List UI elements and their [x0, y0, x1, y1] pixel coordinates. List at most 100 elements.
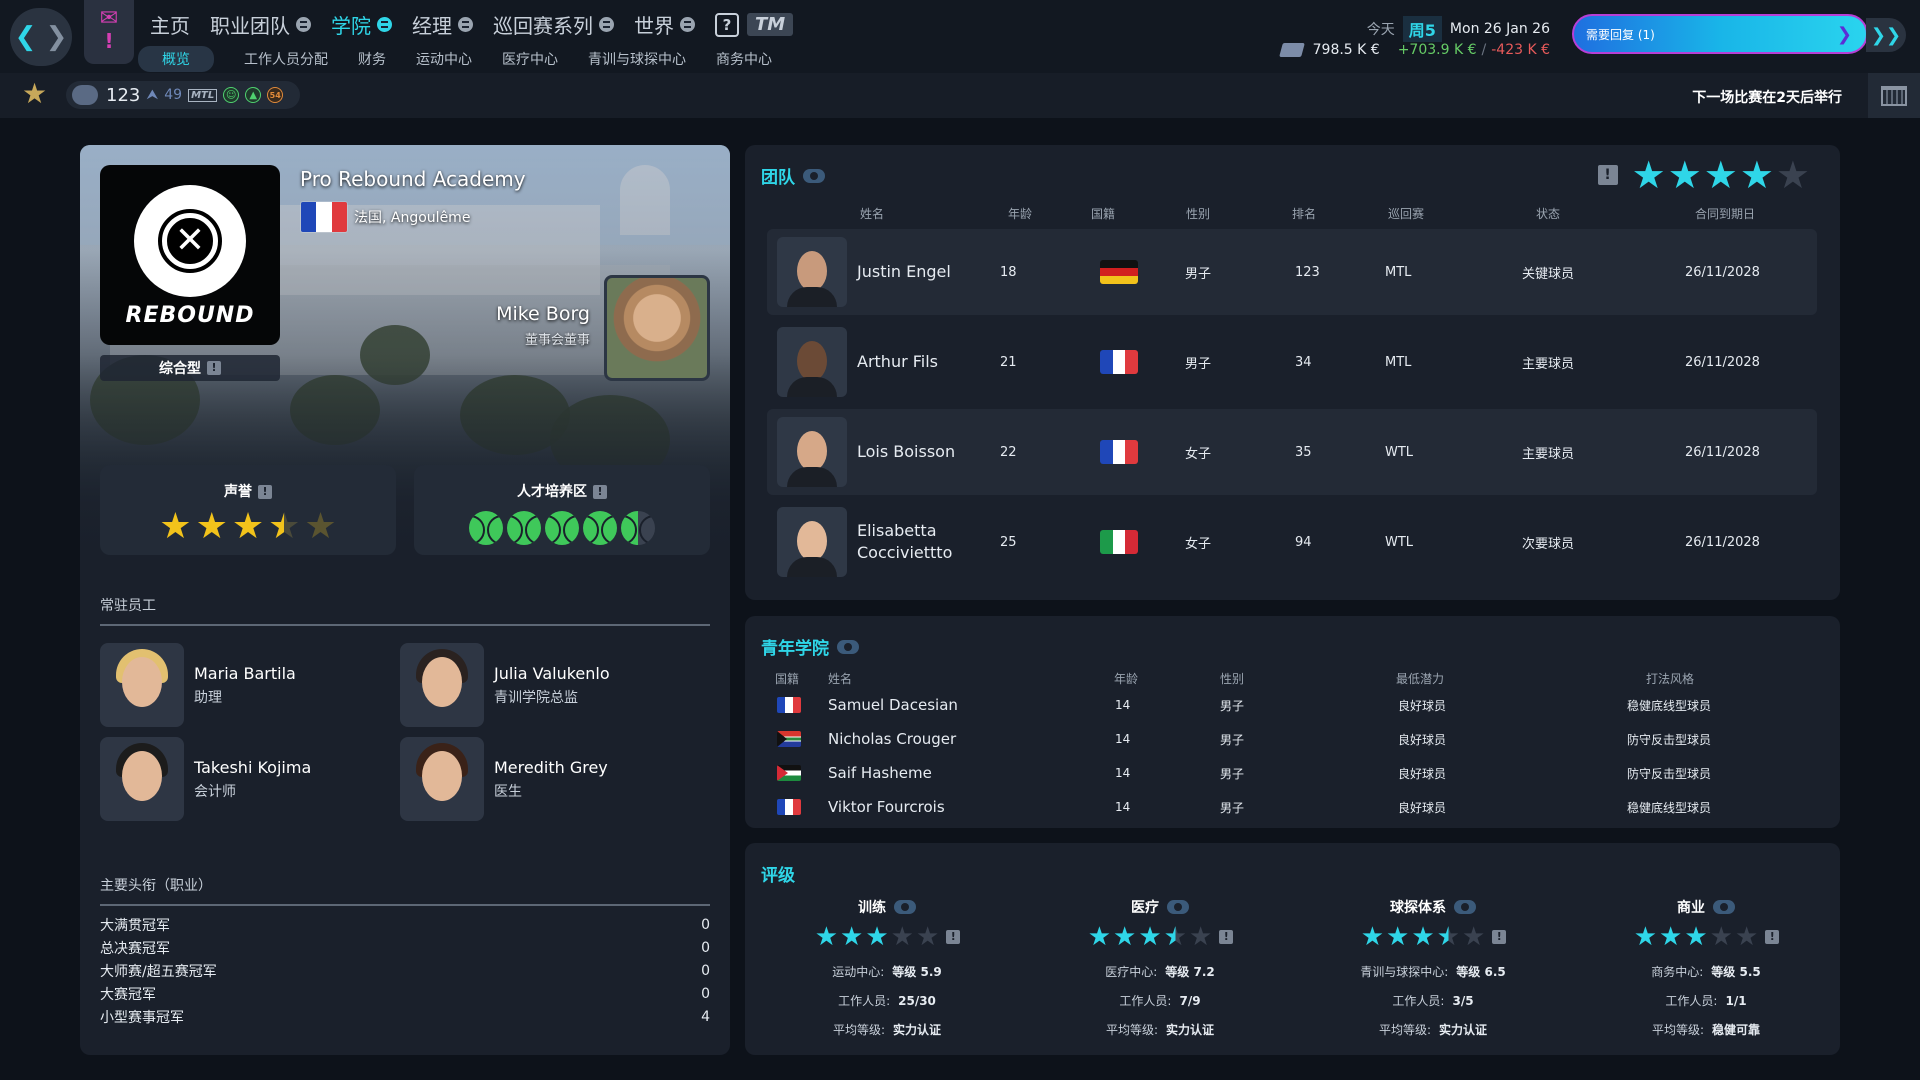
germany-flag-icon: [1100, 260, 1138, 284]
player-status: 主要球员: [1522, 446, 1575, 462]
nav-item-5[interactable]: 世界: [634, 10, 695, 39]
subnav-item-1[interactable]: 工作人员分配: [244, 49, 328, 69]
reply-needed-button[interactable]: 需要回复 (1) ❯: [1572, 14, 1868, 54]
team-row[interactable]: Arthur Fils 21 男子 34 MTL 主要球员 26/11/2028: [767, 319, 1817, 405]
eye-icon[interactable]: [803, 168, 825, 183]
rating-star-icon: ★: [1360, 922, 1385, 952]
rating-detail-value: 7/9: [1179, 994, 1201, 1008]
col-age[interactable]: 年龄: [1114, 670, 1138, 687]
col-name[interactable]: 姓名: [828, 670, 852, 687]
player-name: Elisabetta Cocciviettto: [857, 521, 953, 562]
info-icon[interactable]: !: [207, 361, 221, 375]
nav-item-label: 学院: [331, 14, 371, 38]
info-icon[interactable]: !: [1219, 930, 1234, 944]
youth-row[interactable]: Saif Hasheme 14 男子 良好球员 防守反击型球员: [745, 756, 1840, 790]
rating-detail-key: 工作人员:: [1119, 994, 1172, 1008]
info-icon[interactable]: !: [1492, 930, 1507, 944]
col-rank[interactable]: 排名: [1292, 205, 1316, 222]
info-icon[interactable]: !: [946, 930, 961, 944]
team-rating: ! ★★★★★: [1592, 155, 1810, 195]
col-nation[interactable]: 国籍: [1091, 205, 1115, 222]
continue-button[interactable]: ❯❯: [1866, 18, 1906, 52]
player-rank: 123: [106, 84, 141, 106]
nav-item-2[interactable]: 学院: [331, 10, 392, 39]
eye-icon[interactable]: [894, 900, 916, 914]
back-button[interactable]: ❮: [10, 8, 41, 66]
info-icon[interactable]: !: [258, 485, 272, 499]
team-row[interactable]: Justin Engel 18 男子 123 MTL 关键球员 26/11/2028: [767, 229, 1817, 315]
nav-item-0[interactable]: 主页: [150, 10, 190, 39]
reputation-stars: ★ ★ ★ ★ ★: [100, 507, 396, 547]
help-button[interactable]: ?: [715, 12, 739, 37]
team-row[interactable]: Lois Boisson 22 女子 35 WTL 主要球员 26/11/2028: [767, 409, 1817, 495]
rating-star-icon: ★: [1113, 922, 1137, 952]
team-row[interactable]: Elisabetta Cocciviettto 25 女子 94 WTL 次要球员 26/1…: [767, 499, 1817, 585]
subnav-item-2[interactable]: 财务: [358, 49, 386, 69]
france-flag-icon: [777, 799, 801, 815]
col-nation[interactable]: 国籍: [775, 670, 799, 687]
youth-row[interactable]: Samuel Dacesian 14 男子 良好球员 稳健底线型球员: [745, 688, 1840, 722]
eye-icon[interactable]: [1454, 900, 1476, 914]
inbox-button[interactable]: ✉ !: [84, 0, 134, 64]
col-gender[interactable]: 性别: [1220, 670, 1244, 687]
youth-nation: [777, 756, 801, 790]
rating-star-icon: ★: [1188, 922, 1213, 952]
rating-detail-value: 稳健可靠: [1712, 1023, 1761, 1037]
nav-item-4[interactable]: 巡回赛系列: [493, 10, 614, 39]
rating-detail-key: 平均等级:: [1378, 1023, 1432, 1037]
money-icon: [1278, 43, 1305, 57]
nav-item-1[interactable]: 职业团队: [210, 10, 311, 39]
income-value: +703.9 K €: [1397, 42, 1477, 58]
youth-row[interactable]: Viktor Fourcrois 14 男子 良好球员 稳健底线型球员: [745, 790, 1840, 824]
finance-summary[interactable]: 798.5 K € +703.9 K € / -423 K €: [1278, 42, 1550, 58]
subnav-item-0[interactable]: 概览: [138, 46, 214, 72]
favorite-star-icon[interactable]: ★: [22, 77, 47, 110]
col-potential[interactable]: 最低潜力: [1396, 670, 1444, 687]
academy-panel: ✕ REBOUND 综合型 ! Pro Rebound Academy 法国, …: [80, 145, 730, 1055]
info-icon[interactable]: !: [1597, 165, 1618, 185]
player-summary-badge[interactable]: 123 ⮝ 49 MTL ☺ ▲ 54: [66, 81, 300, 109]
col-gender[interactable]: 性别: [1186, 205, 1210, 222]
info-icon[interactable]: !: [1765, 930, 1780, 944]
youth-row[interactable]: Nicholas Crouger 14 男子 良好球员 防守反击型球员: [745, 722, 1840, 756]
youth-title: 青年学院: [761, 639, 829, 659]
subnav-item-4[interactable]: 医疗中心: [502, 49, 558, 69]
col-name[interactable]: 姓名: [860, 205, 884, 222]
tm-logo[interactable]: TM: [747, 13, 794, 36]
energy-icon: ▲: [245, 87, 262, 103]
eye-icon[interactable]: [1713, 900, 1735, 914]
staff-member[interactable]: Maria Bartila 助理: [100, 643, 390, 727]
subnav-item-6[interactable]: 商务中心: [716, 49, 772, 69]
staff-member[interactable]: Meredith Grey 医生: [400, 737, 690, 821]
rating-star-icon: ★: [1411, 922, 1435, 952]
forward-button[interactable]: ❯: [41, 8, 72, 66]
subnav-item-3[interactable]: 运动中心: [416, 49, 472, 69]
title-count: 4: [701, 1008, 710, 1025]
eye-icon[interactable]: [837, 639, 859, 654]
chevron-right-icon: ❯: [1836, 23, 1852, 45]
rank-up-icon: ⮝: [146, 87, 159, 103]
staff-name: Maria Bartila: [194, 663, 296, 683]
eye-icon[interactable]: [1167, 900, 1189, 914]
player-photo: [777, 237, 847, 307]
player-name: Justin Engel: [857, 262, 951, 281]
calendar-button[interactable]: [1868, 73, 1920, 118]
rating-detail-value: 1/1: [1725, 994, 1747, 1008]
nav-item-3[interactable]: 经理: [412, 10, 473, 39]
rating-column: 训练 ★ ★ ★ ★ ★! 运动中心: 等级 5.9 工作人员: 25/30 平均等级: 实力认证: [762, 897, 1012, 1038]
staff-member[interactable]: Julia Valukenlo 青训学院总监: [400, 643, 690, 727]
staff-member[interactable]: Takeshi Kojima 会计师: [100, 737, 390, 821]
col-style[interactable]: 打法风格: [1646, 670, 1694, 687]
rating-detail-value: 25/30: [898, 994, 936, 1008]
col-tour[interactable]: 巡回赛: [1388, 205, 1424, 222]
director-photo[interactable]: [604, 275, 710, 381]
calendar-icon: [1881, 85, 1907, 106]
player-gender: 女子: [1185, 446, 1212, 462]
info-icon[interactable]: !: [593, 485, 607, 499]
rating-detail: 工作人员: 1/1: [1581, 992, 1831, 1009]
subnav-item-5[interactable]: 青训与球探中心: [588, 49, 686, 69]
col-age[interactable]: 年龄: [1008, 205, 1032, 222]
col-status[interactable]: 状态: [1536, 205, 1560, 222]
rating-detail-value: 等级 6.5: [1456, 965, 1506, 979]
col-contract[interactable]: 合同到期日: [1695, 205, 1755, 222]
